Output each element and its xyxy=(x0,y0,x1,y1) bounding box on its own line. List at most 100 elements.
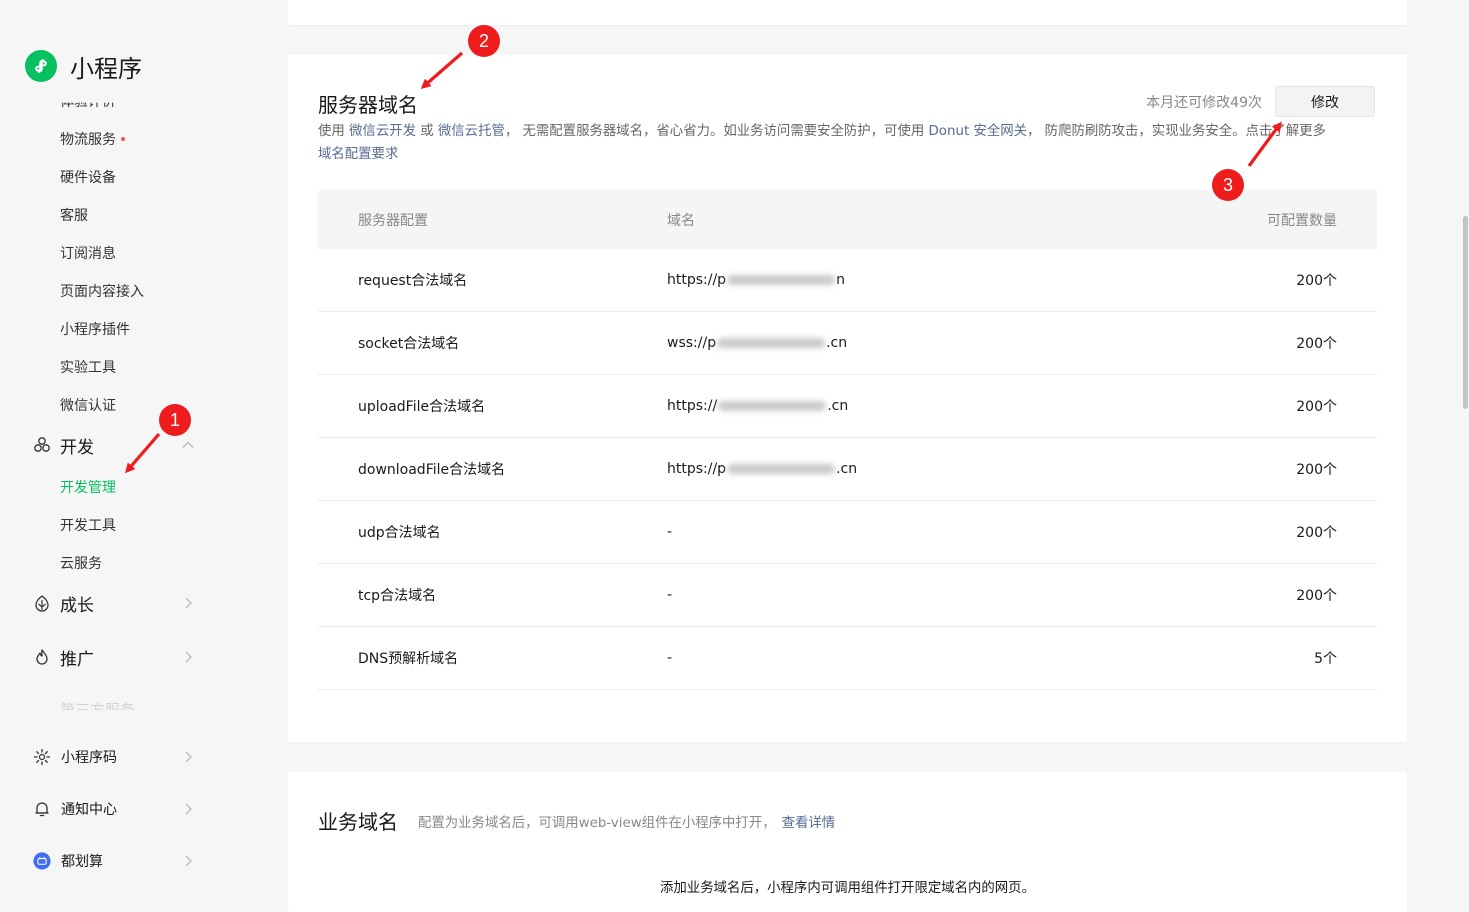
chevron-right-icon xyxy=(181,596,195,610)
sidebar-group-label: 小程序码 xyxy=(61,750,117,766)
domain-cell: - xyxy=(667,524,673,540)
section-title: 业务域名 xyxy=(318,810,398,834)
sidebar-group-qrcode[interactable]: 小程序码 xyxy=(33,745,195,769)
modify-quota-text: 本月还可修改49次 xyxy=(1146,95,1262,111)
section-title: 服务器域名 xyxy=(318,93,418,117)
domain-prefix: wss://p xyxy=(667,335,717,351)
domain-cell: - xyxy=(667,650,673,666)
config-cell: downloadFile合法域名 xyxy=(358,462,506,478)
donut-gateway-link[interactable]: Donut 安全网关 xyxy=(928,124,1027,139)
column-header-count: 可配置数量 xyxy=(1267,212,1337,229)
previous-section-card xyxy=(288,0,1407,25)
domain-suffix: .cn xyxy=(826,335,848,351)
sidebar-item-dev-tools[interactable]: 开发工具 xyxy=(60,515,116,535)
domain-suffix: .cn xyxy=(836,461,858,477)
column-header-domain: 域名 xyxy=(667,212,695,229)
table-row: udp合法域名 - 200个 xyxy=(318,501,1377,564)
desc-text: ， 防爬防刷防攻击，实现业务安全。点击了解更多 xyxy=(1027,124,1326,139)
domain-cell: https://p n xyxy=(667,272,1167,288)
server-domain-card: 服务器域名 本月还可修改49次 修改 使用 微信云开发 或 微信云托管， 无需配… xyxy=(288,55,1407,742)
count-cell: 200个 xyxy=(1296,336,1337,352)
sidebar-group-deal[interactable]: 都划算 xyxy=(33,849,195,873)
annotation-marker-2: 2 xyxy=(468,25,500,57)
sidebar-item-wechat-verify[interactable]: 微信认证 xyxy=(60,395,116,415)
modify-button[interactable]: 修改 xyxy=(1275,86,1375,117)
blurred-domain xyxy=(727,464,836,474)
notification-dot xyxy=(121,137,125,141)
sidebar-item-customer-service[interactable]: 客服 xyxy=(60,205,88,225)
chevron-right-icon xyxy=(181,750,195,764)
domain-suffix: n xyxy=(836,272,845,288)
blurred-domain xyxy=(718,401,827,411)
sidebar-group-third-party[interactable]: 第三方服务 xyxy=(33,700,195,719)
view-details-link[interactable]: 查看详情 xyxy=(782,816,836,831)
bell-icon xyxy=(33,800,51,818)
sidebar-group-label: 第三方服务 xyxy=(60,700,136,719)
sidebar-group-dev[interactable]: 开发 xyxy=(33,433,195,458)
section-description: 配置为业务域名后，可调用web-view组件在小程序中打开， 查看详情 xyxy=(418,811,835,831)
sidebar-item-label: 物流服务 xyxy=(60,132,116,148)
cloud-hosting-link[interactable]: 微信云托管 xyxy=(438,124,505,139)
domain-prefix: https:// xyxy=(667,398,718,414)
desc-text: 使用 xyxy=(318,124,350,139)
blurred-domain xyxy=(717,338,826,348)
growth-icon xyxy=(33,594,51,612)
sidebar-item-page-content[interactable]: 页面内容接入 xyxy=(60,281,144,301)
column-header-config: 服务器配置 xyxy=(358,212,428,229)
brand[interactable]: 小程序 xyxy=(25,48,142,84)
sidebar-group-growth[interactable]: 成长 xyxy=(33,591,195,616)
count-cell: 200个 xyxy=(1296,399,1337,415)
chevron-right-icon xyxy=(181,854,195,868)
domain-cell: wss://p .cn xyxy=(667,335,1167,351)
count-cell: 200个 xyxy=(1296,588,1337,604)
config-cell: udp合法域名 xyxy=(358,525,441,541)
annotation-marker-3: 3 xyxy=(1212,169,1244,201)
sidebar-group-notify[interactable]: 通知中心 xyxy=(33,797,195,821)
sidebar-item-plugins[interactable]: 小程序插件 xyxy=(60,319,130,339)
sidebar-item-hardware[interactable]: 硬件设备 xyxy=(60,167,116,187)
server-domain-table: 服务器配置 域名 可配置数量 request合法域名 https://p n 20… xyxy=(318,190,1377,690)
table-row: downloadFile合法域名 https://p .cn 200个 xyxy=(318,438,1377,501)
blurred-domain xyxy=(727,275,836,285)
config-cell: socket合法域名 xyxy=(358,336,460,352)
scrollbar-thumb[interactable] xyxy=(1463,216,1468,409)
sidebar-item-subscribe-message[interactable]: 订阅消息 xyxy=(60,243,116,263)
table-header: 服务器配置 域名 可配置数量 xyxy=(318,190,1377,249)
annotation-marker-1: 1 xyxy=(159,404,191,436)
count-cell: 200个 xyxy=(1296,273,1337,289)
sidebar-group-label: 推广 xyxy=(60,649,94,670)
promotion-icon xyxy=(33,648,51,666)
miniprogram-logo-icon xyxy=(25,50,57,82)
domain-cell: https://p .cn xyxy=(667,461,1167,477)
domain-requirements-link[interactable]: 域名配置要求 xyxy=(318,147,398,162)
domain-prefix: https://p xyxy=(667,272,727,288)
business-domain-note: 添加业务域名后，小程序内可调用组件打开限定域名内的网页。 xyxy=(660,881,1035,896)
sidebar-group-label: 成长 xyxy=(60,595,94,616)
config-cell: tcp合法域名 xyxy=(358,588,437,604)
config-cell: uploadFile合法域名 xyxy=(358,399,486,415)
table-row: request合法域名 https://p n 200个 xyxy=(318,249,1377,312)
sidebar-item-logistics[interactable]: 物流服务 xyxy=(60,129,125,149)
config-cell: DNS预解析域名 xyxy=(358,651,459,667)
sidebar-group-label: 都划算 xyxy=(61,854,103,870)
sidebar-item-cloud-service[interactable]: 云服务 xyxy=(60,553,102,573)
sidebar-group-label: 开发 xyxy=(60,437,94,458)
sidebar-item-experience[interactable]: 体验评价 xyxy=(60,103,116,111)
chevron-right-icon xyxy=(181,650,195,664)
count-cell: 200个 xyxy=(1296,462,1337,478)
domain-cell: - xyxy=(667,587,673,603)
count-cell: 200个 xyxy=(1296,525,1337,541)
table-row: tcp合法域名 - 200个 xyxy=(318,564,1377,627)
config-cell: request合法域名 xyxy=(358,273,468,289)
cloud-dev-link[interactable]: 微信云开发 xyxy=(349,124,416,139)
deal-icon xyxy=(33,852,51,870)
table-row: uploadFile合法域名 https:// .cn 200个 xyxy=(318,375,1377,438)
sidebar-item-dev-management[interactable]: 开发管理 xyxy=(60,477,116,497)
sidebar-group-promotion[interactable]: 推广 xyxy=(33,645,195,670)
table-row: DNS预解析域名 - 5个 xyxy=(318,627,1377,690)
scrollbar-track[interactable] xyxy=(1459,0,1469,895)
qrcode-icon xyxy=(33,748,51,766)
domain-prefix: https://p xyxy=(667,461,727,477)
chevron-right-icon xyxy=(181,802,195,816)
sidebar-item-lab-tools[interactable]: 实验工具 xyxy=(60,357,116,377)
